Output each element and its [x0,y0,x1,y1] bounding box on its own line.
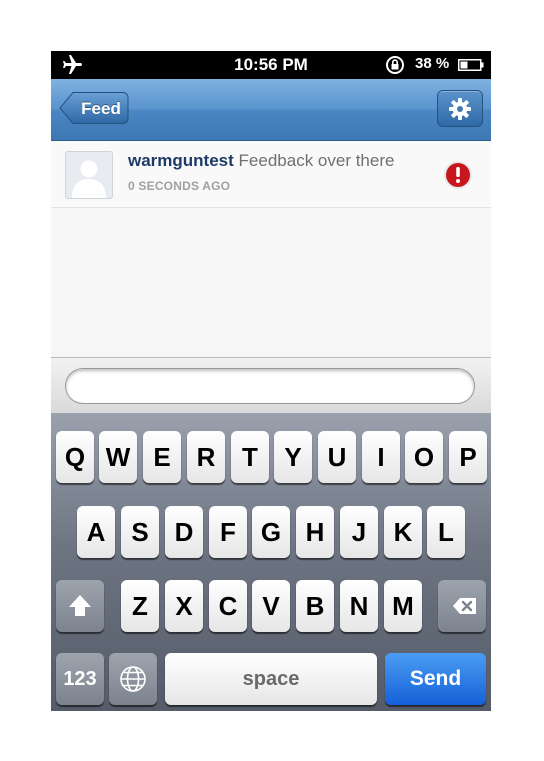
message-input[interactable] [65,368,475,404]
battery-icon [458,59,484,71]
key-m[interactable]: M [384,580,422,632]
globe-icon [120,666,146,692]
keyboard: Q W E R T Y U I O P A S D F G H J K L Z … [51,413,491,711]
feed-username[interactable]: warmguntest [128,151,234,170]
key-j[interactable]: J [340,506,378,558]
key-e[interactable]: E [143,431,181,483]
error-icon[interactable] [443,160,473,190]
key-k[interactable]: K [384,506,422,558]
feed-item[interactable]: warmguntest Feedback over there 0 SECOND… [51,141,491,208]
key-g[interactable]: G [252,506,290,558]
phone-screen: 10:56 PM 38 % Feed warmguntest Feedback … [51,51,491,711]
key-b[interactable]: B [296,580,334,632]
key-c[interactable]: C [209,580,247,632]
avatar [65,151,113,199]
space-key[interactable]: space [165,653,377,705]
key-r[interactable]: R [187,431,225,483]
shift-key[interactable] [56,580,104,632]
key-s[interactable]: S [121,506,159,558]
key-f[interactable]: F [209,506,247,558]
key-d[interactable]: D [165,506,203,558]
key-p[interactable]: P [449,431,487,483]
key-h[interactable]: H [296,506,334,558]
key-q[interactable]: Q [56,431,94,483]
status-bar: 10:56 PM 38 % [51,51,491,79]
gear-icon [449,98,471,120]
compose-bar [51,357,491,414]
backspace-key[interactable] [438,580,486,632]
battery-percent: 38 % [415,55,450,72]
back-button[interactable]: Feed [59,91,129,125]
key-a[interactable]: A [77,506,115,558]
feed-list: warmguntest Feedback over there 0 SECOND… [51,141,491,357]
feed-timestamp: 0 SECONDS AGO [128,179,231,193]
key-u[interactable]: U [318,431,356,483]
nav-bar: Feed [51,79,491,141]
key-n[interactable]: N [340,580,378,632]
settings-button[interactable] [437,90,483,127]
key-v[interactable]: V [252,580,290,632]
key-l[interactable]: L [427,506,465,558]
backspace-icon [453,598,476,614]
rotation-lock-icon [386,56,404,74]
key-o[interactable]: O [405,431,443,483]
numbers-key[interactable]: 123 [56,653,104,705]
key-i[interactable]: I [362,431,400,483]
key-z[interactable]: Z [121,580,159,632]
key-t[interactable]: T [231,431,269,483]
send-button[interactable]: Send [385,653,486,705]
key-w[interactable]: W [99,431,137,483]
feed-message: Feedback over there [238,151,395,170]
shift-arrow-icon [69,595,91,616]
feed-item-text: warmguntest Feedback over there [128,151,394,171]
globe-key[interactable] [109,653,157,705]
back-button-label: Feed [81,99,121,118]
key-x[interactable]: X [165,580,203,632]
key-y[interactable]: Y [274,431,312,483]
default-avatar-icon [72,160,106,198]
